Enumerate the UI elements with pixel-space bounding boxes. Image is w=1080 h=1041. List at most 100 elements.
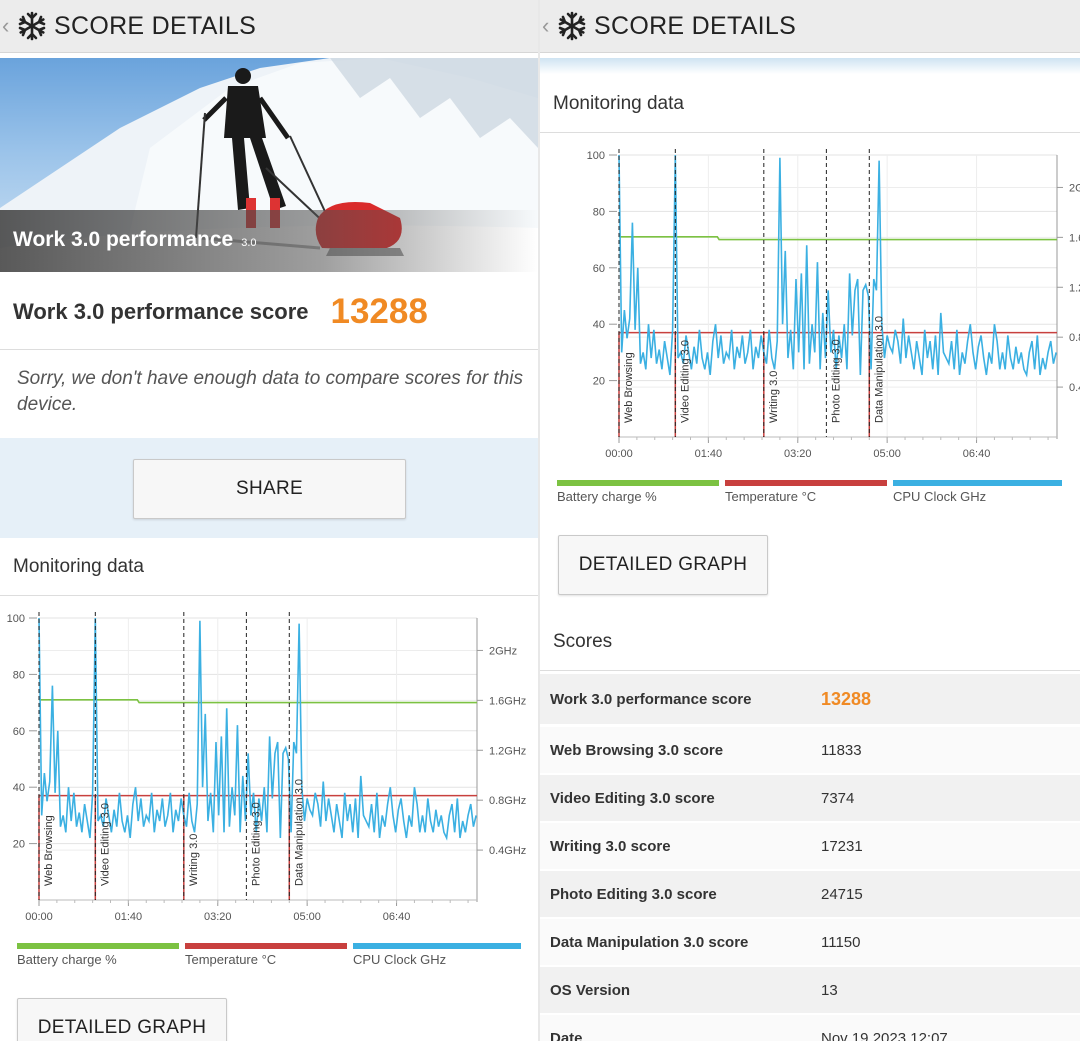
- legend-battery-label: Battery charge %: [557, 489, 657, 504]
- score-row-label: Photo Editing 3.0 score: [550, 885, 717, 903]
- y2-tick-label: 0.8GHz: [1069, 332, 1080, 344]
- detailed-graph-button[interactable]: DETAILED GRAPH: [17, 998, 227, 1041]
- hero-title: Work 3.0 performance 3.0: [13, 228, 257, 251]
- screen-title: SCORE DETAILS: [594, 11, 797, 40]
- phase-label: Data Manipulation 3.0: [293, 779, 305, 886]
- score-row-value: 17231: [821, 837, 863, 855]
- left-screen: ‹ SCORE DETAILS Work 3.0 performance 3.0…: [0, 0, 538, 1041]
- score-row: Date Nov 19 2023 12:07: [540, 1015, 1080, 1041]
- scroll-edge: [540, 58, 1080, 74]
- snowflake-icon: [18, 11, 46, 41]
- legend-temperature-bar: [185, 943, 347, 949]
- divider: [0, 595, 538, 596]
- y-tick-label: 100: [7, 613, 25, 625]
- legend-cpu-bar: [893, 480, 1062, 486]
- legend-cpu-label: CPU Clock GHz: [353, 952, 447, 967]
- x-tick-label: 06:40: [383, 911, 411, 923]
- divider: [540, 132, 1080, 133]
- y2-tick-label: 1.2GHz: [489, 745, 526, 757]
- legend-temperature-label: Temperature °C: [185, 952, 277, 967]
- score-row-value: 11833: [821, 741, 862, 759]
- score-row-label: Data Manipulation 3.0 score: [550, 933, 749, 951]
- phase-label: Writing 3.0: [768, 371, 780, 423]
- phase-label: Web Browsing: [623, 352, 635, 423]
- legend-temperature-bar: [725, 480, 887, 486]
- x-tick-label: 00:00: [25, 911, 53, 923]
- score-row: Video Editing 3.0 score 7374: [540, 775, 1080, 821]
- score-row-label: Date: [550, 1029, 583, 1041]
- compare-notice: Sorry, we don't have enough data to comp…: [17, 368, 523, 415]
- y2-tick-label: 2GHz: [1069, 182, 1080, 194]
- legend-battery-bar: [17, 943, 179, 949]
- legend-battery-label: Battery charge %: [17, 952, 117, 967]
- x-tick-label: 03:20: [204, 911, 232, 923]
- y-tick-label: 40: [13, 782, 25, 794]
- x-tick-label: 06:40: [963, 448, 991, 460]
- x-tick-label: 03:20: [784, 448, 812, 460]
- score-row-label: OS Version: [550, 981, 631, 999]
- score-row-label: Work 3.0 performance score: [550, 690, 752, 708]
- y2-tick-label: 0.8GHz: [489, 795, 526, 807]
- score-row: Work 3.0 performance score 13288: [540, 674, 1080, 724]
- score-row: Photo Editing 3.0 score 24715: [540, 871, 1080, 917]
- phase-label: Photo Editing 3.0: [830, 339, 842, 423]
- top-bar: ‹ SCORE DETAILS: [540, 0, 1080, 53]
- y-tick-label: 40: [593, 319, 605, 331]
- x-tick-label: 05:00: [293, 911, 321, 923]
- y2-tick-label: 1.2GHz: [1069, 282, 1080, 294]
- y2-tick-label: 1.6GHz: [489, 695, 526, 707]
- score-row: Data Manipulation 3.0 score 11150: [540, 919, 1080, 965]
- divider: [540, 670, 1080, 671]
- x-tick-label: 01:40: [695, 448, 723, 460]
- top-bar: ‹ SCORE DETAILS: [0, 0, 538, 53]
- phase-label: Data Manipulation 3.0: [873, 316, 885, 423]
- legend-battery-bar: [557, 480, 719, 486]
- phase-label: Writing 3.0: [188, 834, 200, 886]
- x-tick-label: 05:00: [873, 448, 901, 460]
- x-tick-label: 01:40: [115, 911, 143, 923]
- score-row-value: Nov 19 2023 12:07: [821, 1029, 948, 1041]
- score-row-value: 24715: [821, 885, 863, 903]
- hero-version: 3.0: [241, 237, 257, 249]
- score-row: OS Version 13: [540, 967, 1080, 1013]
- score-row-label: Web Browsing 3.0 score: [550, 741, 724, 759]
- y2-tick-label: 2GHz: [489, 645, 517, 657]
- y-tick-label: 80: [593, 206, 605, 218]
- share-button[interactable]: SHARE: [133, 459, 406, 519]
- scores-title: Scores: [553, 631, 613, 652]
- phase-label: Video Editing 3.0: [99, 803, 111, 886]
- score-row: Web Browsing 3.0 score 11833: [540, 727, 1080, 773]
- score-row-value: 11150: [821, 933, 861, 951]
- back-chevron-icon[interactable]: ‹: [542, 13, 556, 39]
- monitoring-title: Monitoring data: [13, 556, 144, 577]
- phase-label: Photo Editing 3.0: [250, 802, 262, 886]
- snowflake-icon: [558, 11, 586, 41]
- score-label: Work 3.0 performance score: [13, 299, 309, 324]
- score-row-value: 13288: [821, 688, 872, 709]
- monitoring-title: Monitoring data: [553, 93, 684, 114]
- score-row: Writing 3.0 score 17231: [540, 823, 1080, 869]
- y2-tick-label: 0.4GHz: [1069, 382, 1080, 394]
- score-row-label: Writing 3.0 score: [550, 837, 671, 855]
- score-row-value: 13: [821, 981, 838, 999]
- score-row: Work 3.0 performance score 13288: [13, 292, 428, 332]
- y-tick-label: 60: [593, 263, 605, 275]
- y-tick-label: 20: [13, 839, 25, 851]
- legend-temperature-label: Temperature °C: [725, 489, 817, 504]
- back-chevron-icon[interactable]: ‹: [2, 13, 16, 39]
- legend-cpu-bar: [353, 943, 521, 949]
- divider: [0, 349, 538, 350]
- right-screen: ‹ SCORE DETAILS Monitoring data 100 80 60 4…: [540, 0, 1080, 1041]
- score-row-label: Video Editing 3.0 score: [550, 789, 715, 807]
- y-tick-label: 20: [593, 376, 605, 388]
- score-row-value: 7374: [821, 789, 855, 807]
- phase-label: Web Browsing: [43, 815, 55, 886]
- monitoring-chart: 100 80 60 40 20 2GHz 1.6GHz 1.2GHz 0.8GHz 0.4GHz 0…: [7, 612, 526, 923]
- y2-tick-label: 1.6GHz: [1069, 232, 1080, 244]
- detailed-graph-button[interactable]: DETAILED GRAPH: [558, 535, 768, 595]
- y-tick-label: 100: [587, 150, 605, 162]
- y2-tick-label: 0.4GHz: [489, 845, 526, 857]
- screen-title: SCORE DETAILS: [54, 11, 257, 40]
- legend-cpu-label: CPU Clock GHz: [893, 489, 987, 504]
- y-tick-label: 80: [13, 669, 25, 681]
